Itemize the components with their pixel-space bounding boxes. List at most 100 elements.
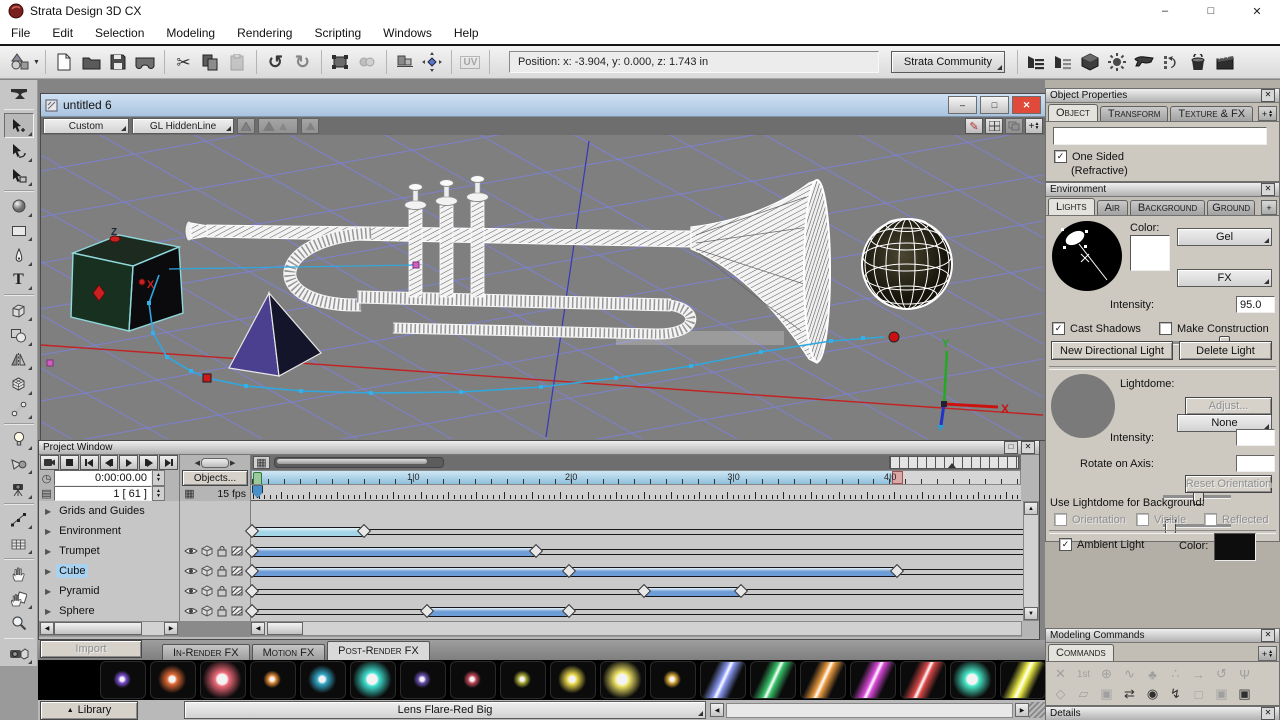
step-back-button[interactable] (100, 455, 119, 470)
reset-orientation-button[interactable]: Reset Orientation (1185, 475, 1272, 493)
hierarchy-list-button[interactable] (1050, 49, 1077, 75)
flare-thumbnail-15[interactable] (800, 661, 846, 699)
new-file-button[interactable] (51, 49, 78, 75)
modeling-commands-titlebar[interactable]: Modeling Commands✕ (1046, 629, 1279, 643)
primitives-dropdown-arrow[interactable]: ▼ (33, 59, 40, 66)
copy-button[interactable] (197, 49, 224, 75)
animation-bar[interactable] (251, 547, 537, 557)
menu-windows[interactable]: Windows (372, 22, 443, 44)
panes-button[interactable] (1005, 118, 1023, 134)
flare-thumbnail-13[interactable] (700, 661, 746, 699)
cmd-blob-icon[interactable]: ♣ (1141, 664, 1164, 684)
select-rotate-tool[interactable] (5, 140, 33, 163)
add-tab-button[interactable]: +▲▼ (1258, 106, 1277, 121)
menu-rendering[interactable]: Rendering (226, 22, 303, 44)
adjust-button[interactable]: Adjust... (1185, 397, 1272, 415)
path-tool[interactable] (5, 508, 33, 531)
light-color-swatch[interactable] (1130, 235, 1170, 271)
environment-titlebar[interactable]: Environment✕ (1046, 183, 1279, 197)
flare-thumbnail-14[interactable] (750, 661, 796, 699)
viewport-titlebar[interactable]: untitled 6 – □ ✕ (41, 94, 1045, 117)
viewport-close-button[interactable]: ✕ (1012, 96, 1041, 114)
strata-community-dropdown[interactable]: Strata Community (891, 51, 1005, 73)
primitives-tool-button[interactable] (6, 49, 33, 75)
library-button[interactable]: ▲Library (40, 701, 138, 720)
maximize-button[interactable]: □ (1188, 0, 1234, 22)
go-end-button[interactable] (159, 455, 178, 470)
import-button[interactable]: Import (40, 640, 142, 658)
names-hscrollbar[interactable]: ◀▶ (39, 621, 179, 636)
sphere-primitive-tool[interactable] (5, 195, 33, 218)
cmd-path-icon[interactable]: → (1187, 664, 1210, 684)
zoom-tool[interactable] (5, 612, 33, 635)
mirror-tool[interactable] (5, 349, 33, 372)
shade-icon[interactable] (231, 585, 243, 597)
render-triangle-group-icon[interactable] (258, 118, 298, 134)
timeline-tickstrip[interactable] (251, 485, 1021, 501)
add-view-button[interactable]: +▲▼ (1025, 118, 1043, 134)
lock-icon[interactable] (216, 565, 228, 577)
row-environment[interactable]: ▶Environment (39, 521, 179, 541)
modeling-commands-close[interactable]: ✕ (1261, 629, 1275, 642)
spotlight-tool[interactable] (5, 453, 33, 476)
path-point-magenta[interactable] (413, 262, 419, 268)
flare-thumbnail-8[interactable] (450, 661, 496, 699)
tab-motion-fx[interactable]: Motion FX (252, 644, 326, 660)
cmd-curve-icon[interactable]: ∿ (1118, 664, 1141, 684)
row-cube[interactable]: ▶Cube (39, 561, 179, 581)
instances-button[interactable] (354, 49, 381, 75)
render-cube-icon[interactable] (201, 605, 213, 617)
shade-icon[interactable] (231, 545, 243, 557)
tab-texture-fx[interactable]: Texture & FX (1170, 106, 1253, 121)
object-properties-titlebar[interactable]: Object Properties✕ (1046, 89, 1279, 103)
flare-thumbnail-10[interactable] (550, 661, 596, 699)
flare-thumbnail-4[interactable] (250, 661, 296, 699)
object-name-input[interactable] (1053, 127, 1267, 145)
keyframe-marker[interactable] (203, 374, 211, 382)
details-titlebar[interactable]: Details✕ (1046, 707, 1279, 720)
flare-thumbnail-17[interactable] (900, 661, 946, 699)
time-spinner[interactable]: ▲▼ (152, 470, 165, 486)
flare-thumbnail-19[interactable] (1000, 661, 1046, 699)
tracks-vscrollbar[interactable]: ▲ ▼ (1023, 501, 1039, 621)
make-construction-checkbox[interactable] (1159, 322, 1172, 335)
close-button[interactable]: ✕ (1234, 0, 1280, 22)
viewport-canvas[interactable]: Z X (41, 135, 1043, 439)
shade-icon[interactable] (231, 605, 243, 617)
cast-shadows-checkbox[interactable]: ✓ (1052, 322, 1065, 335)
flare-thumbnail-5[interactable] (300, 661, 346, 699)
cmd-plane-icon[interactable]: ▱ (1072, 684, 1095, 704)
flare-thumbnail-11[interactable] (600, 661, 646, 699)
cube-x-handle[interactable] (139, 279, 145, 285)
visibility-eye-icon[interactable] (184, 546, 198, 556)
cmd-spray-icon[interactable]: ↯ (1164, 684, 1187, 704)
menu-help[interactable]: Help (443, 22, 490, 44)
page-pan-tool[interactable] (5, 587, 33, 610)
sphere-object[interactable] (862, 219, 952, 310)
cmd-surface-icon[interactable]: ◇ (1049, 684, 1072, 704)
menu-edit[interactable]: Edit (41, 22, 84, 44)
stop-button[interactable] (60, 455, 79, 470)
cmd-branch-icon[interactable]: Ψ (1233, 664, 1256, 684)
cube-object[interactable]: Z X (71, 227, 183, 331)
small-triangle-icon[interactable] (301, 118, 319, 134)
step-forward-button[interactable] (139, 455, 158, 470)
objects-button[interactable]: Objects... (182, 470, 248, 486)
light-fx-dropdown[interactable]: FX (1177, 269, 1272, 287)
tab-in-render-fx[interactable]: In-Render FX (162, 644, 250, 660)
frame-spinner[interactable]: ▲▼ (152, 486, 165, 501)
cmd-sphere-icon[interactable]: ◉ (1141, 684, 1164, 704)
rotate-axis-value[interactable] (1236, 455, 1275, 472)
shade-icon[interactable] (231, 565, 243, 577)
gel-dropdown[interactable]: Gel (1177, 228, 1272, 246)
tab-lights[interactable]: Lights (1048, 198, 1095, 215)
preset-next-button[interactable]: ▶ (1015, 703, 1029, 717)
fx-scroll-track[interactable] (726, 703, 1013, 718)
ambient-color-swatch[interactable] (1214, 533, 1256, 561)
lattice-tool[interactable] (5, 373, 33, 396)
grid-tool[interactable] (5, 532, 33, 555)
animation-bar[interactable] (251, 527, 365, 537)
visible-checkbox[interactable] (1136, 513, 1149, 526)
flare-thumbnail-7[interactable] (400, 661, 446, 699)
movie-button[interactable] (1212, 49, 1239, 75)
